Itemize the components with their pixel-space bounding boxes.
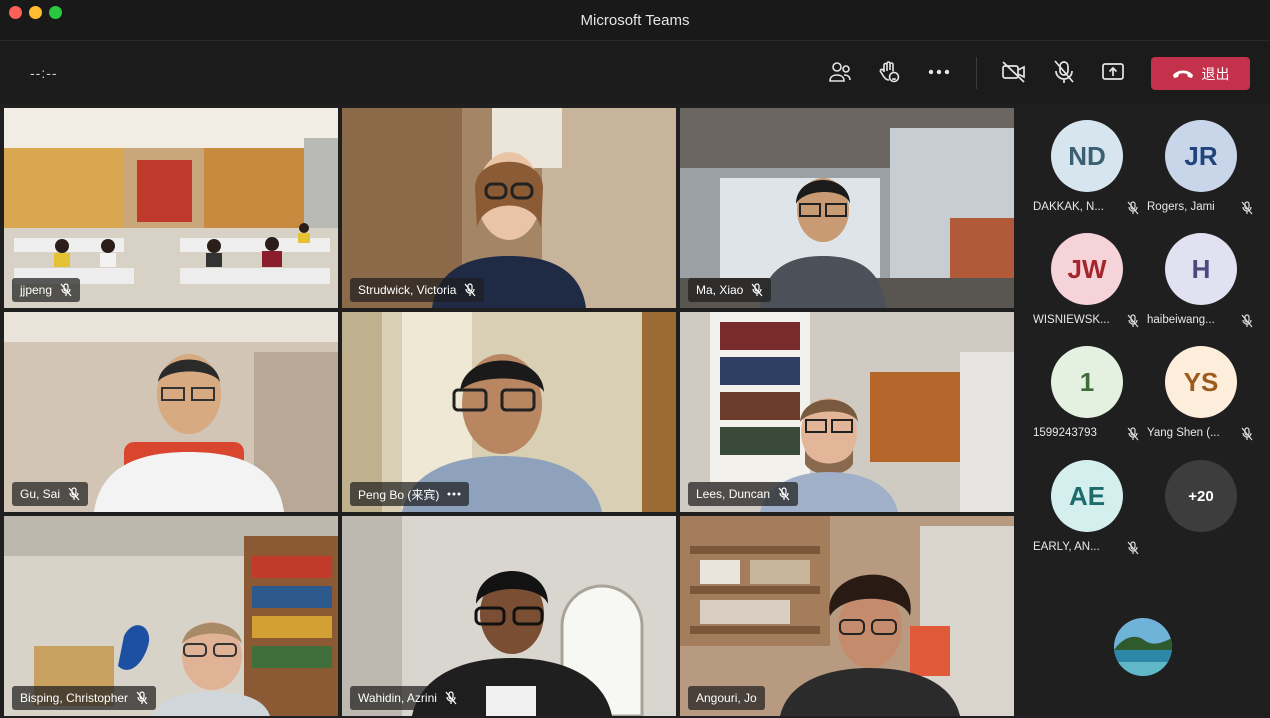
participant-nametag: Wahidin, Azrini [350,686,465,710]
mic-off-icon [445,691,457,705]
roster-participant-name: haibeiwang... [1147,314,1215,326]
avatar: 1 [1051,346,1123,418]
participant-name: Peng Bo (来宾) [358,487,440,502]
avatar: YS [1165,346,1237,418]
mic-off-icon [136,691,148,705]
self-preview-avatar[interactable] [1114,618,1172,676]
participant-roster: ND DAKKAK, N... JR Rogers, Jami JW WISNI… [1020,104,1270,718]
roster-participant-name: Rogers, Jami [1147,201,1215,213]
mic-off-icon [1241,201,1253,215]
landscape-avatar-image [1114,618,1172,676]
toolbar-divider [976,57,977,89]
video-tile[interactable]: Peng Bo (来宾) [342,312,676,512]
more-participants-button[interactable]: +20 [1145,444,1255,554]
mic-off-icon [1054,60,1074,83]
participant-nametag: Angouri, Jo [688,686,765,710]
participant-nametag: jjpeng [12,278,81,302]
mic-off-icon [1127,201,1139,215]
overflow-count: +20 [1165,460,1237,532]
roster-participant-name: EARLY, AN... [1033,541,1100,553]
camera-toggle-button[interactable] [999,57,1029,87]
avatar: JR [1165,120,1237,192]
roster-participant[interactable]: JR Rogers, Jami [1145,104,1255,215]
window-title: Microsoft Teams [580,12,690,29]
roster-participant[interactable]: ND DAKKAK, N... [1031,104,1141,215]
mic-off-icon [1241,314,1253,328]
roster-participant[interactable]: H haibeiwang... [1145,217,1255,328]
avatar: AE [1051,460,1123,532]
show-participants-button[interactable] [825,57,855,87]
roster-participant-name: WISNIEWSK... [1033,314,1110,326]
video-tile[interactable]: Lees, Duncan [680,312,1014,512]
participant-nametag: Bisping, Christopher [12,686,157,710]
video-tile[interactable]: Gu, Sai [4,312,338,512]
raise-hand-button[interactable] [874,57,904,87]
share-screen-icon [1102,63,1124,80]
avatar: JW [1051,233,1123,305]
video-tile-active-speaker[interactable]: Angouri, Jo [680,516,1014,716]
participant-name: Angouri, Jo [696,691,757,705]
participant-name: Wahidin, Azrini [358,691,437,705]
roster-participant[interactable]: JW WISNIEWSK... [1031,217,1141,328]
teams-window: Microsoft Teams --:-- 退出 jjpeng Strudwic… [0,0,1270,718]
participant-name: jjpeng [20,283,53,297]
raise-hand-icon [879,61,900,83]
participant-name: Bisping, Christopher [20,691,129,705]
meeting-timer: --:-- [30,65,58,81]
mic-off-icon [60,283,72,297]
roster-participant-name: Yang Shen (... [1147,427,1220,439]
video-tile[interactable]: Ma, Xiao [680,108,1014,308]
video-tile[interactable]: Bisping, Christopher [4,516,338,716]
share-screen-button[interactable] [1098,57,1128,87]
avatar: H [1165,233,1237,305]
mic-off-icon [778,487,790,501]
leave-label: 退出 [1201,65,1230,82]
camera-off-icon [1002,61,1025,83]
mic-off-icon [1127,314,1139,328]
participant-nametag: Gu, Sai [12,482,89,506]
mic-off-icon [1127,541,1139,555]
hang-up-icon [1172,70,1193,78]
participant-name: Strudwick, Victoria [358,283,457,297]
leave-button[interactable]: 退出 [1151,57,1250,90]
participant-nametag: Strudwick, Victoria [350,278,485,302]
mic-off-icon [1127,427,1139,441]
more-icon[interactable] [447,492,461,496]
mic-off-icon [751,283,763,297]
participant-nametag: Lees, Duncan [688,482,799,506]
participant-nametag: Peng Bo (来宾) [350,482,470,506]
mic-off-icon [465,283,476,297]
roster-participant-name: DAKKAK, N... [1033,201,1104,213]
participant-name: Gu, Sai [20,487,61,501]
meeting-toolbar: --:-- 退出 [0,40,1270,104]
participant-nametag: Ma, Xiao [688,278,772,302]
video-tile[interactable]: jjpeng [4,108,338,308]
roster-participant[interactable]: AE EARLY, AN... [1031,444,1141,555]
avatar: ND [1051,120,1123,192]
mic-toggle-button[interactable] [1049,57,1079,87]
title-bar: Microsoft Teams [0,0,1270,40]
mic-off-icon [1241,427,1253,441]
mic-off-icon [68,487,80,501]
video-tile[interactable]: Strudwick, Victoria [342,108,676,308]
more-icon [928,69,950,75]
participant-name: Lees, Duncan [696,487,771,501]
more-actions-button[interactable] [924,57,954,87]
roster-participant[interactable]: YS Yang Shen (... [1145,330,1255,441]
roster-participant[interactable]: 1 1599243793 [1031,330,1141,441]
roster-participant-name: 1599243793 [1033,427,1097,439]
people-icon [829,62,851,82]
video-tile[interactable]: Wahidin, Azrini [342,516,676,716]
participant-name: Ma, Xiao [696,283,744,297]
